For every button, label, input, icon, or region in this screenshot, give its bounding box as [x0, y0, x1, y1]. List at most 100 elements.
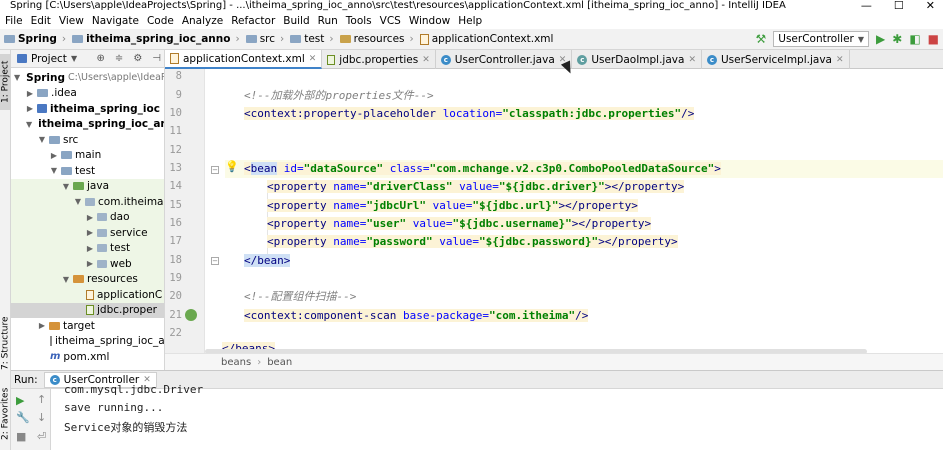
- chevron-right-icon[interactable]: ▶: [86, 213, 94, 222]
- chevron-right-icon[interactable]: ▶: [38, 321, 46, 330]
- project-panel-title[interactable]: Project: [31, 53, 67, 65]
- tree-item-appcontext[interactable]: applicationC: [11, 287, 164, 303]
- tree-item-module-ioc[interactable]: ▶ itheima_spring_ioc: [11, 101, 164, 117]
- tab-user-controller[interactable]: c UserController.java ✕: [436, 50, 573, 69]
- line-number: 16: [169, 217, 182, 229]
- coverage-icon[interactable]: ◧: [909, 33, 920, 45]
- up-arrow-icon[interactable]: ↑: [37, 393, 46, 406]
- menu-refactor[interactable]: Refactor: [228, 15, 280, 27]
- tree-item-main[interactable]: ▶ main: [11, 148, 164, 164]
- breadcrumb-file[interactable]: applicationContext.xml: [418, 33, 558, 45]
- tree-item-module-anno[interactable]: ▼ itheima_spring_ioc_anno: [11, 117, 164, 133]
- chevron-down-icon[interactable]: ▼: [50, 166, 58, 175]
- maximize-icon[interactable]: ☐: [894, 0, 904, 12]
- down-arrow-icon[interactable]: ↓: [37, 411, 46, 424]
- editor-tab-bar: applicationContext.xml ✕ jdbc.properties…: [165, 50, 943, 69]
- editor-crumb-beans[interactable]: beans: [221, 357, 251, 368]
- console-output[interactable]: com.mysql.jdbc.Driver save running... Se…: [52, 383, 943, 450]
- tree-item-test-pkg[interactable]: ▶ test: [11, 240, 164, 256]
- debug-icon[interactable]: ✱: [892, 33, 902, 45]
- menu-help[interactable]: Help: [455, 15, 487, 27]
- chevron-right-icon[interactable]: ▶: [86, 244, 94, 253]
- chevron-down-icon[interactable]: ▼: [62, 275, 70, 284]
- menu-vcs[interactable]: VCS: [377, 15, 406, 27]
- collapse-icon[interactable]: ≑: [112, 53, 126, 64]
- tree-item-pom[interactable]: m pom.xml: [11, 349, 164, 365]
- chevron-right-icon[interactable]: ▶: [86, 259, 94, 268]
- tree-item-web[interactable]: ▶ web: [11, 256, 164, 272]
- rerun-icon[interactable]: ▶: [16, 394, 24, 407]
- spring-bean-icon[interactable]: [185, 309, 197, 321]
- tab-application-context[interactable]: applicationContext.xml ✕: [165, 50, 323, 69]
- tree-item-src[interactable]: ▼ src: [11, 132, 164, 148]
- crosshair-icon[interactable]: ⊕: [94, 53, 108, 64]
- chevron-down-icon[interactable]: ▼: [26, 120, 32, 129]
- tree-item-test[interactable]: ▼ test: [11, 163, 164, 179]
- close-icon[interactable]: ✕: [836, 55, 844, 65]
- menu-file[interactable]: File: [2, 15, 28, 27]
- tab-user-service-impl[interactable]: c UserServiceImpl.java ✕: [702, 50, 850, 69]
- gear-icon[interactable]: ⚙: [130, 53, 145, 64]
- breadcrumb-src[interactable]: src ›: [244, 33, 289, 45]
- project-tool-tab[interactable]: 1: Project: [0, 54, 11, 110]
- fold-icon[interactable]: −: [211, 257, 219, 265]
- tree-item-idea[interactable]: ▶ .idea: [11, 86, 164, 102]
- chevron-right-icon[interactable]: ▶: [26, 89, 34, 98]
- tree-item-dao[interactable]: ▶ dao: [11, 209, 164, 225]
- tree-item-spring[interactable]: ▼ Spring C:\Users\apple\IdeaP: [11, 70, 164, 86]
- close-icon[interactable]: ✕: [309, 54, 317, 64]
- fold-icon[interactable]: −: [211, 166, 219, 174]
- close-icon[interactable]: ✕: [926, 0, 935, 12]
- minimize-icon[interactable]: —: [861, 0, 872, 12]
- chevron-down-icon[interactable]: ▼: [71, 54, 77, 63]
- line-number: 8: [175, 70, 182, 82]
- wrench-icon[interactable]: 🔧: [16, 411, 30, 424]
- editor-crumb-bean[interactable]: bean: [267, 357, 292, 368]
- soft-wrap-icon[interactable]: ⏎: [37, 430, 46, 443]
- menu-view[interactable]: View: [56, 15, 89, 27]
- run-config-selector[interactable]: UserController ▼: [773, 31, 870, 47]
- tree-item-java[interactable]: ▼ java: [11, 178, 164, 194]
- menu-build[interactable]: Build: [280, 15, 314, 27]
- menu-window[interactable]: Window: [406, 15, 455, 27]
- breadcrumb-module[interactable]: itheima_spring_ioc_anno ›: [70, 33, 244, 45]
- close-icon[interactable]: ✕: [688, 55, 696, 65]
- favorites-tool-tab[interactable]: 2: Favorites: [0, 384, 11, 444]
- stop-icon[interactable]: ■: [928, 33, 939, 45]
- stop-icon[interactable]: ■: [16, 430, 26, 443]
- tree-item-target[interactable]: ▶ target: [11, 318, 164, 334]
- tree-item-jdbc-properties[interactable]: jdbc.proper: [11, 302, 164, 318]
- menu-run[interactable]: Run: [315, 15, 343, 27]
- line-number: 21: [169, 309, 182, 321]
- chevron-down-icon[interactable]: ▼: [38, 135, 46, 144]
- chevron-right-icon[interactable]: ▶: [86, 228, 94, 237]
- line-number: 15: [169, 199, 182, 211]
- tab-user-dao-impl[interactable]: c UserDaoImpl.java ✕: [572, 50, 702, 69]
- menu-tools[interactable]: Tools: [343, 15, 377, 27]
- chevron-down-icon[interactable]: ▼: [62, 182, 70, 191]
- intention-bulb-icon[interactable]: 💡: [225, 160, 239, 173]
- hide-icon[interactable]: ⊣: [149, 53, 164, 64]
- chevron-right-icon[interactable]: ▶: [26, 104, 34, 113]
- line-number: 19: [169, 272, 182, 284]
- tree-item-package[interactable]: ▼ com.itheima: [11, 194, 164, 210]
- run-icon[interactable]: ▶: [876, 33, 885, 45]
- menu-edit[interactable]: Edit: [28, 15, 56, 27]
- properties-file-icon: [86, 305, 94, 316]
- menu-code[interactable]: Code: [144, 15, 179, 27]
- chevron-down-icon[interactable]: ▼: [14, 73, 20, 82]
- tree-item-service[interactable]: ▶ service: [11, 225, 164, 241]
- tab-jdbc-properties[interactable]: jdbc.properties ✕: [322, 50, 436, 69]
- tree-item-iml[interactable]: itheima_spring_ioc_ann: [11, 334, 164, 350]
- menu-analyze[interactable]: Analyze: [179, 15, 228, 27]
- breadcrumb-test[interactable]: test ›: [288, 33, 337, 45]
- menu-navigate[interactable]: Navigate: [89, 15, 144, 27]
- breadcrumb-spring[interactable]: Spring ›: [2, 33, 70, 45]
- chevron-right-icon[interactable]: ▶: [50, 151, 58, 160]
- structure-tool-tab[interactable]: 7: Structure: [0, 312, 11, 374]
- close-icon[interactable]: ✕: [422, 55, 430, 65]
- chevron-down-icon[interactable]: ▼: [74, 197, 82, 206]
- tree-item-resources[interactable]: ▼ resources: [11, 271, 164, 287]
- breadcrumb-resources[interactable]: resources ›: [338, 33, 418, 45]
- build-hammer-icon[interactable]: ⚒: [756, 33, 767, 45]
